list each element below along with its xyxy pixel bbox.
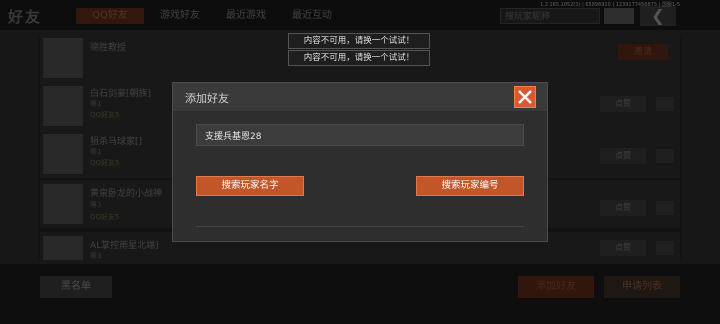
dialog-title: 添加好友 [185, 92, 229, 105]
search-by-name-button[interactable]: 搜索玩家名字 [196, 176, 304, 196]
dialog-divider [196, 226, 524, 227]
search-by-id-button[interactable]: 搜索玩家编号 [416, 176, 524, 196]
player-search-input[interactable] [196, 124, 524, 146]
dialog-header [173, 83, 547, 111]
close-button[interactable] [514, 86, 536, 108]
toast-message: 内容不可用，请换一个试试！ [288, 50, 430, 66]
toast-message: 内容不可用，请换一个试试！ [288, 33, 430, 49]
close-icon [518, 90, 532, 104]
